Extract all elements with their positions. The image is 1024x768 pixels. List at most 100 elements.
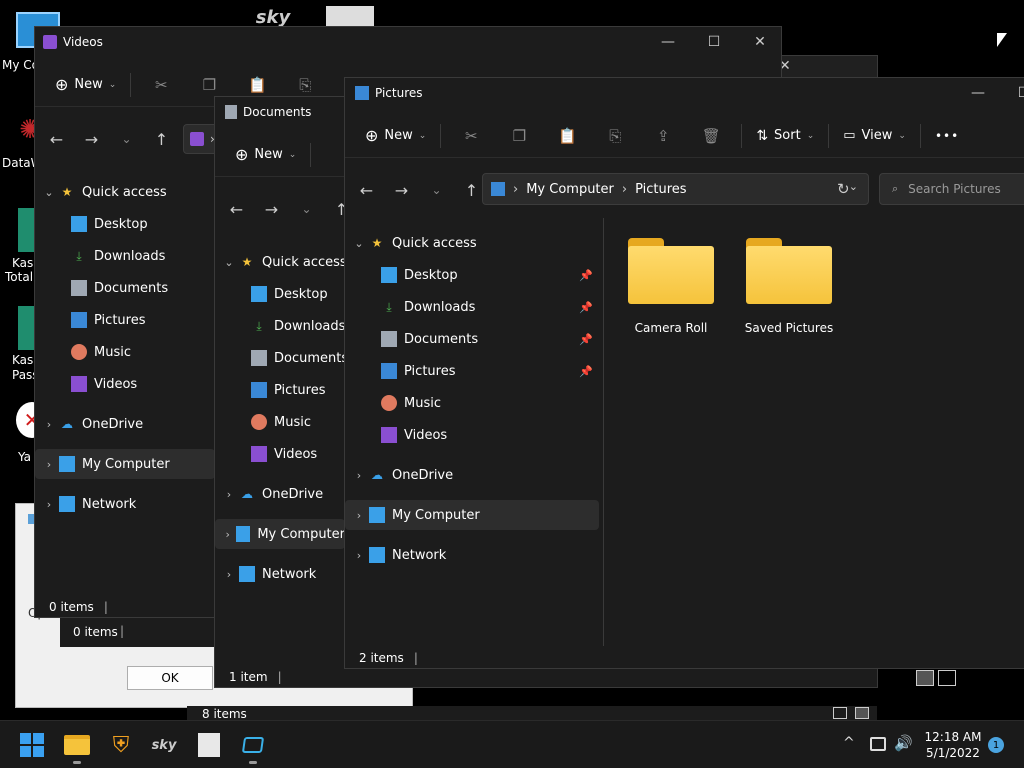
nav-my-computer[interactable]: › My Computer	[345, 500, 599, 530]
nav-videos[interactable]: Videos	[215, 439, 317, 469]
grid-view-icon[interactable]	[938, 670, 956, 686]
view-button[interactable]: ▭ View ⌄	[835, 121, 914, 151]
nav-pictures[interactable]: Pictures 📌	[345, 356, 601, 386]
pin-icon[interactable]: 📌	[579, 301, 593, 314]
share-icon[interactable]: ⇪	[639, 127, 687, 145]
pictures-titlebar[interactable]: Pictures — ☐	[345, 78, 1024, 108]
minimize-button[interactable]: —	[645, 27, 691, 57]
rename-icon[interactable]: ⎘	[591, 127, 639, 145]
nav-music[interactable]: Music	[215, 407, 311, 437]
paste-icon[interactable]: 📋	[543, 127, 591, 145]
forward-arrow-icon[interactable]: →	[254, 200, 289, 219]
nav-documents[interactable]: Documents	[35, 273, 168, 303]
new-button[interactable]: ⊕ New ⌄	[47, 70, 124, 100]
nav-my-computer[interactable]: › My Computer	[215, 519, 345, 549]
back-arrow-icon[interactable]: ←	[39, 130, 74, 149]
paste-icon[interactable]: 📋	[233, 76, 281, 94]
close-button[interactable]: ✕	[737, 27, 781, 57]
nav-my-computer[interactable]: › My Computer	[35, 449, 215, 479]
pin-icon[interactable]: 📌	[579, 365, 593, 378]
computer-icon	[59, 456, 75, 472]
nav-music[interactable]: Music	[345, 388, 441, 418]
nav-downloads[interactable]: ⤓ Downloads	[215, 311, 345, 341]
videos-titlebar[interactable]: Videos — ☐ ✕	[35, 27, 781, 57]
sort-button[interactable]: ⇅ Sort ⌄	[748, 121, 822, 151]
more-options-button[interactable]: •••	[927, 121, 967, 151]
list-view-icon[interactable]	[916, 670, 934, 686]
start-button[interactable]	[18, 731, 46, 759]
cut-icon[interactable]: ✂	[447, 127, 495, 145]
back-arrow-icon[interactable]: ←	[219, 200, 254, 219]
nav-network[interactable]: › Network	[215, 559, 316, 589]
chevron-down-icon[interactable]: ⌄	[849, 180, 858, 193]
refresh-icon[interactable]: ↻	[837, 180, 850, 198]
nav-videos[interactable]: Videos	[345, 420, 447, 450]
nav-pictures[interactable]: Pictures	[215, 375, 325, 405]
notification-badge[interactable]: 1	[988, 737, 1004, 753]
nav-onedrive[interactable]: › ☁ OneDrive	[345, 460, 453, 490]
nav-quick-access[interactable]: ⌄ ★ Quick access	[345, 228, 601, 258]
clock[interactable]: 12:18 AM 5/1/2022	[922, 729, 984, 761]
nav-onedrive[interactable]: › ☁ OneDrive	[35, 409, 143, 439]
status-separator: |	[277, 670, 282, 684]
nav-label: Quick access	[262, 254, 347, 270]
grid-view-icon[interactable]	[855, 707, 869, 719]
toolbar-divider	[440, 123, 442, 148]
nav-onedrive[interactable]: › ☁ OneDrive	[215, 479, 323, 509]
breadcrumb-pictures[interactable]: Pictures	[635, 182, 686, 197]
new-button[interactable]: ⊕ New ⌄	[227, 140, 304, 170]
nav-network[interactable]: › Network	[35, 489, 136, 519]
chevron-down-icon[interactable]: ⌄	[289, 202, 324, 216]
nav-desktop[interactable]: Desktop	[215, 279, 328, 309]
nav-quick-access[interactable]: ⌄ ★ Quick access	[35, 177, 215, 207]
chevron-down-icon: ⌄	[354, 236, 364, 250]
security-taskbar-button[interactable]: ⛨	[107, 731, 135, 759]
nav-label: Quick access	[82, 184, 167, 200]
sky-taskbar-button[interactable]: sky	[150, 731, 178, 759]
breadcrumb-my-computer[interactable]: My Computer	[526, 182, 614, 197]
volume-icon[interactable]: 🔊	[894, 734, 913, 752]
nav-downloads[interactable]: ⤓ Downloads	[35, 241, 165, 271]
nav-documents[interactable]: Documents 📌	[345, 324, 601, 354]
network-icon[interactable]	[870, 737, 886, 751]
copy-icon[interactable]: ❐	[495, 127, 543, 145]
nav-videos[interactable]: Videos	[35, 369, 137, 399]
chevron-down-icon: ⌄	[806, 130, 815, 141]
up-arrow-icon[interactable]: ↑	[144, 130, 179, 149]
cut-icon[interactable]: ✂	[137, 76, 185, 94]
document-taskbar-button[interactable]	[195, 731, 223, 759]
nav-network[interactable]: › Network	[345, 540, 446, 570]
new-button[interactable]: ⊕ New ⌄	[357, 121, 434, 151]
forward-arrow-icon[interactable]: →	[384, 181, 419, 200]
chevron-down-icon[interactable]: ⌄	[419, 183, 454, 197]
back-arrow-icon[interactable]: ←	[349, 181, 384, 200]
app-taskbar-button[interactable]	[239, 731, 267, 764]
maximize-button[interactable]: ☐	[691, 27, 737, 57]
chevron-up-icon[interactable]: ^	[843, 735, 855, 751]
nav-label: Desktop	[94, 216, 148, 232]
nav-desktop[interactable]: Desktop 📌	[345, 260, 601, 290]
maximize-button[interactable]: ☐	[1001, 78, 1024, 108]
nav-desktop[interactable]: Desktop	[35, 209, 148, 239]
rename-icon[interactable]: ⎘	[281, 76, 329, 94]
ok-button[interactable]: OK	[127, 666, 213, 690]
search-input[interactable]: ⌕ Search Pictures	[879, 173, 1024, 205]
list-view-icon[interactable]	[833, 707, 847, 719]
copy-icon[interactable]: ❐	[185, 76, 233, 94]
minimize-button[interactable]: —	[955, 78, 1001, 108]
sky-desktop-icon[interactable]: sky	[248, 6, 298, 28]
forward-arrow-icon[interactable]: →	[74, 130, 109, 149]
nav-pictures[interactable]: Pictures	[35, 305, 145, 335]
nav-quick-access[interactable]: ⌄ ★ Quick access	[215, 247, 347, 277]
file-desktop-icon[interactable]	[326, 6, 374, 28]
nav-music[interactable]: Music	[35, 337, 131, 367]
chevron-down-icon[interactable]: ⌄	[109, 132, 144, 146]
file-explorer-taskbar-button[interactable]	[63, 731, 91, 764]
pin-icon[interactable]: 📌	[579, 269, 593, 282]
pin-icon[interactable]: 📌	[579, 333, 593, 346]
nav-downloads[interactable]: ⤓ Downloads 📌	[345, 292, 601, 322]
pane-divider[interactable]	[603, 218, 604, 646]
nav-documents[interactable]: Documents	[215, 343, 348, 373]
address-bar[interactable]: › My Computer › Pictures ⌄	[482, 173, 869, 205]
delete-icon[interactable]: 🗑	[687, 127, 735, 145]
